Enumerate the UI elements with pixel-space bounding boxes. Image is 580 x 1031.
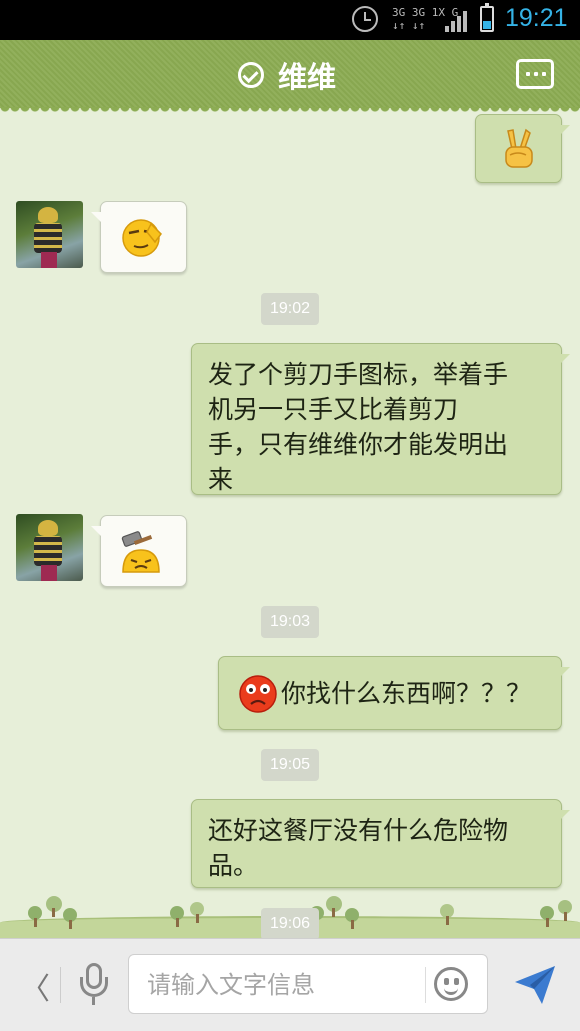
- victory-hand-emoji: [505, 128, 533, 168]
- message-input-field[interactable]: [128, 954, 488, 1014]
- message-input-bar: 〈: [0, 938, 580, 1031]
- scared-face-emoji: [239, 675, 277, 713]
- message-bubble-outgoing[interactable]: [475, 114, 570, 183]
- salute-face-emoji: [122, 219, 162, 257]
- contact-avatar[interactable]: [16, 514, 83, 581]
- more-options-button[interactable]: [516, 59, 554, 89]
- message-input[interactable]: [147, 967, 417, 1003]
- page-title: 维维: [278, 60, 337, 94]
- status-bar: 3G 3G 1X G ↓↑ ↓↑ 19:21: [0, 0, 580, 40]
- message-text-line: 品。: [208, 851, 259, 880]
- message-timestamp: 19:05: [261, 749, 319, 781]
- message-timestamp: 19:06: [261, 908, 319, 940]
- message-bubble-outgoing[interactable]: 你找什么东西啊？？？: [218, 656, 570, 730]
- message-text-line: 手，只有维维你才能发明出: [208, 430, 509, 459]
- message-text-line: 还好这餐厅没有什么危险物: [208, 816, 509, 845]
- contact-avatar[interactable]: [16, 201, 83, 268]
- message-text-line: 发了个剪刀手图标，举着手: [208, 360, 509, 389]
- message-timestamp: 19:02: [261, 293, 319, 325]
- hammer-head-face-emoji: [121, 531, 160, 573]
- alarm-clock-icon: [352, 6, 378, 32]
- microphone-icon[interactable]: [80, 963, 108, 1009]
- battery-icon: [480, 3, 494, 32]
- check-circle-icon: [238, 62, 264, 88]
- chat-header: 维维: [0, 40, 580, 114]
- message-text-line: 机另一只手又比着剪刀: [208, 395, 459, 424]
- emoji-picker-icon[interactable]: [434, 967, 468, 1001]
- message-timestamp: 19:03: [261, 606, 319, 638]
- message-text-line: 来: [208, 465, 234, 494]
- message-bubble-incoming[interactable]: [91, 201, 187, 273]
- message-bubble-outgoing[interactable]: 发了个剪刀手图标，举着手 机另一只手又比着剪刀 手，只有维维你才能发明出 来: [191, 343, 570, 495]
- message-text: 你找什么东西啊？？？: [281, 679, 532, 708]
- more-dots-icon: [526, 72, 530, 76]
- collapse-button[interactable]: 〈: [20, 964, 50, 1008]
- signal-strength-icon: [445, 10, 469, 32]
- message-bubble-outgoing[interactable]: 还好这餐厅没有什么危险物 品。: [191, 799, 570, 888]
- message-list[interactable]: 19:02 发了个剪刀手图标，举着手 机另一只手又比着剪刀 手，只有维维你才能发…: [0, 108, 580, 938]
- message-bubble-incoming[interactable]: [91, 515, 187, 587]
- status-time: 19:21: [505, 4, 568, 32]
- send-icon[interactable]: [512, 962, 558, 1008]
